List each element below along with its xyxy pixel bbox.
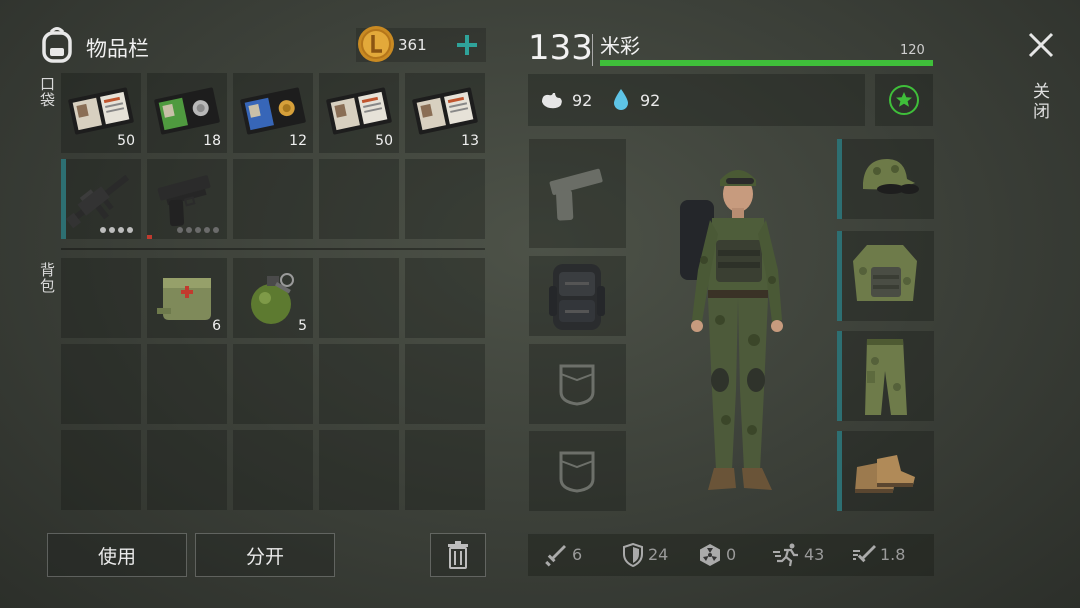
split-button[interactable]: 分开	[195, 533, 335, 577]
trash-icon	[448, 541, 468, 569]
backpack-slot-11[interactable]	[61, 430, 141, 510]
pocket-slot-8[interactable]	[233, 159, 313, 239]
hp-max: 120	[900, 43, 925, 58]
food-value: 92	[572, 91, 593, 110]
stomach-icon	[542, 93, 562, 109]
pocket-label: 口袋	[40, 75, 56, 109]
section-divider	[61, 248, 485, 250]
star-icon	[889, 85, 919, 115]
water-value: 92	[640, 91, 661, 110]
pocket-slot-9[interactable]	[319, 159, 399, 239]
pocket-placeholder-icon	[559, 451, 595, 493]
feet-slot[interactable]	[837, 431, 934, 511]
jacket-icon	[853, 245, 917, 301]
coin-count: 361	[398, 36, 427, 54]
backpack-slot-7[interactable]	[147, 344, 227, 424]
sword-icon	[545, 545, 566, 567]
backpack-slot-15[interactable]	[405, 430, 485, 510]
head-slot[interactable]	[837, 139, 934, 219]
backpack-slot-6[interactable]	[61, 344, 141, 424]
plus-icon	[457, 35, 477, 55]
pants-icon	[865, 339, 907, 415]
weapon-slot[interactable]	[529, 139, 626, 248]
water-drop-icon	[614, 89, 628, 110]
use-button[interactable]: 使用	[47, 533, 187, 577]
attack-speed-icon	[853, 545, 876, 563]
pocket-slot-6[interactable]	[61, 159, 141, 239]
favorite-button[interactable]	[875, 74, 933, 126]
backpack-slot-1[interactable]	[61, 258, 141, 338]
radiation-value: 0	[726, 545, 737, 564]
close-label[interactable]: 关闭	[1033, 82, 1051, 122]
item-count: 12	[289, 133, 307, 149]
attack-value: 6	[572, 545, 583, 564]
backpack-slot-4[interactable]	[319, 258, 399, 338]
backpack-slot-2[interactable]: 6	[147, 258, 227, 338]
backpack-label: 背包	[40, 261, 56, 295]
backpack-slot-5[interactable]	[405, 258, 485, 338]
pocket-slot-3[interactable]: 12	[233, 73, 313, 153]
radiation-icon	[700, 544, 720, 566]
item-count: 50	[375, 133, 393, 149]
inventory-title: 物品栏	[86, 37, 149, 61]
item-count: 6	[212, 318, 221, 334]
backpack-slot-12[interactable]	[147, 430, 227, 510]
character-model	[680, 170, 783, 490]
pocket-slot-4[interactable]: 50	[319, 73, 399, 153]
torso-slot[interactable]	[837, 231, 934, 321]
armor-value: 24	[648, 545, 669, 564]
backpack-slot-14[interactable]	[319, 430, 399, 510]
vitals-panel: 92 92	[528, 74, 865, 126]
attack-speed-value: 1.8	[880, 545, 906, 564]
running-icon	[773, 543, 798, 567]
pocket-equip-slot-2[interactable]	[529, 431, 626, 511]
character-name: 米彩	[600, 34, 640, 58]
pistol-placeholder-icon	[549, 168, 603, 221]
cap-icon	[863, 159, 919, 194]
item-count: 50	[117, 133, 135, 149]
speed-value: 43	[804, 545, 825, 564]
ammo-dots	[100, 227, 133, 233]
ammo-dots	[177, 227, 219, 233]
pocket-placeholder-icon	[559, 364, 595, 406]
backpack-slot-9[interactable]	[319, 344, 399, 424]
item-count: 18	[203, 133, 221, 149]
shield-icon	[623, 543, 643, 567]
backpack-slot-10[interactable]	[405, 344, 485, 424]
pocket-slot-5[interactable]: 13	[405, 73, 485, 153]
durability-bar	[837, 231, 842, 321]
item-count: 13	[461, 133, 479, 149]
backpack-slot-equip[interactable]	[529, 256, 626, 336]
backpack-gear-icon	[549, 264, 605, 330]
legs-slot[interactable]	[837, 331, 934, 421]
durability-bar	[837, 139, 842, 219]
hp-bar-fill	[600, 60, 933, 66]
delete-button[interactable]	[430, 533, 486, 577]
backpack-slot-8[interactable]	[233, 344, 313, 424]
coin-icon	[358, 26, 394, 62]
pocket-equip-slot-1[interactable]	[529, 344, 626, 424]
backpack-slot-3[interactable]: 5	[233, 258, 313, 338]
boots-icon	[855, 455, 915, 493]
level-separator	[592, 34, 593, 66]
add-coins-button[interactable]	[450, 28, 484, 62]
pocket-slot-10[interactable]	[405, 159, 485, 239]
backpack-slot-13[interactable]	[233, 430, 313, 510]
durability-bar	[837, 331, 842, 421]
item-count: 5	[298, 318, 307, 334]
pocket-slot-2[interactable]: 18	[147, 73, 227, 153]
pocket-slot-7[interactable]	[147, 159, 227, 239]
close-icon[interactable]	[1026, 30, 1056, 60]
backpack-icon	[42, 27, 72, 63]
pocket-slot-1[interactable]: 50	[61, 73, 141, 153]
hp-bar	[600, 60, 933, 66]
durability-bar	[837, 431, 842, 511]
character-level: 133	[528, 28, 593, 68]
